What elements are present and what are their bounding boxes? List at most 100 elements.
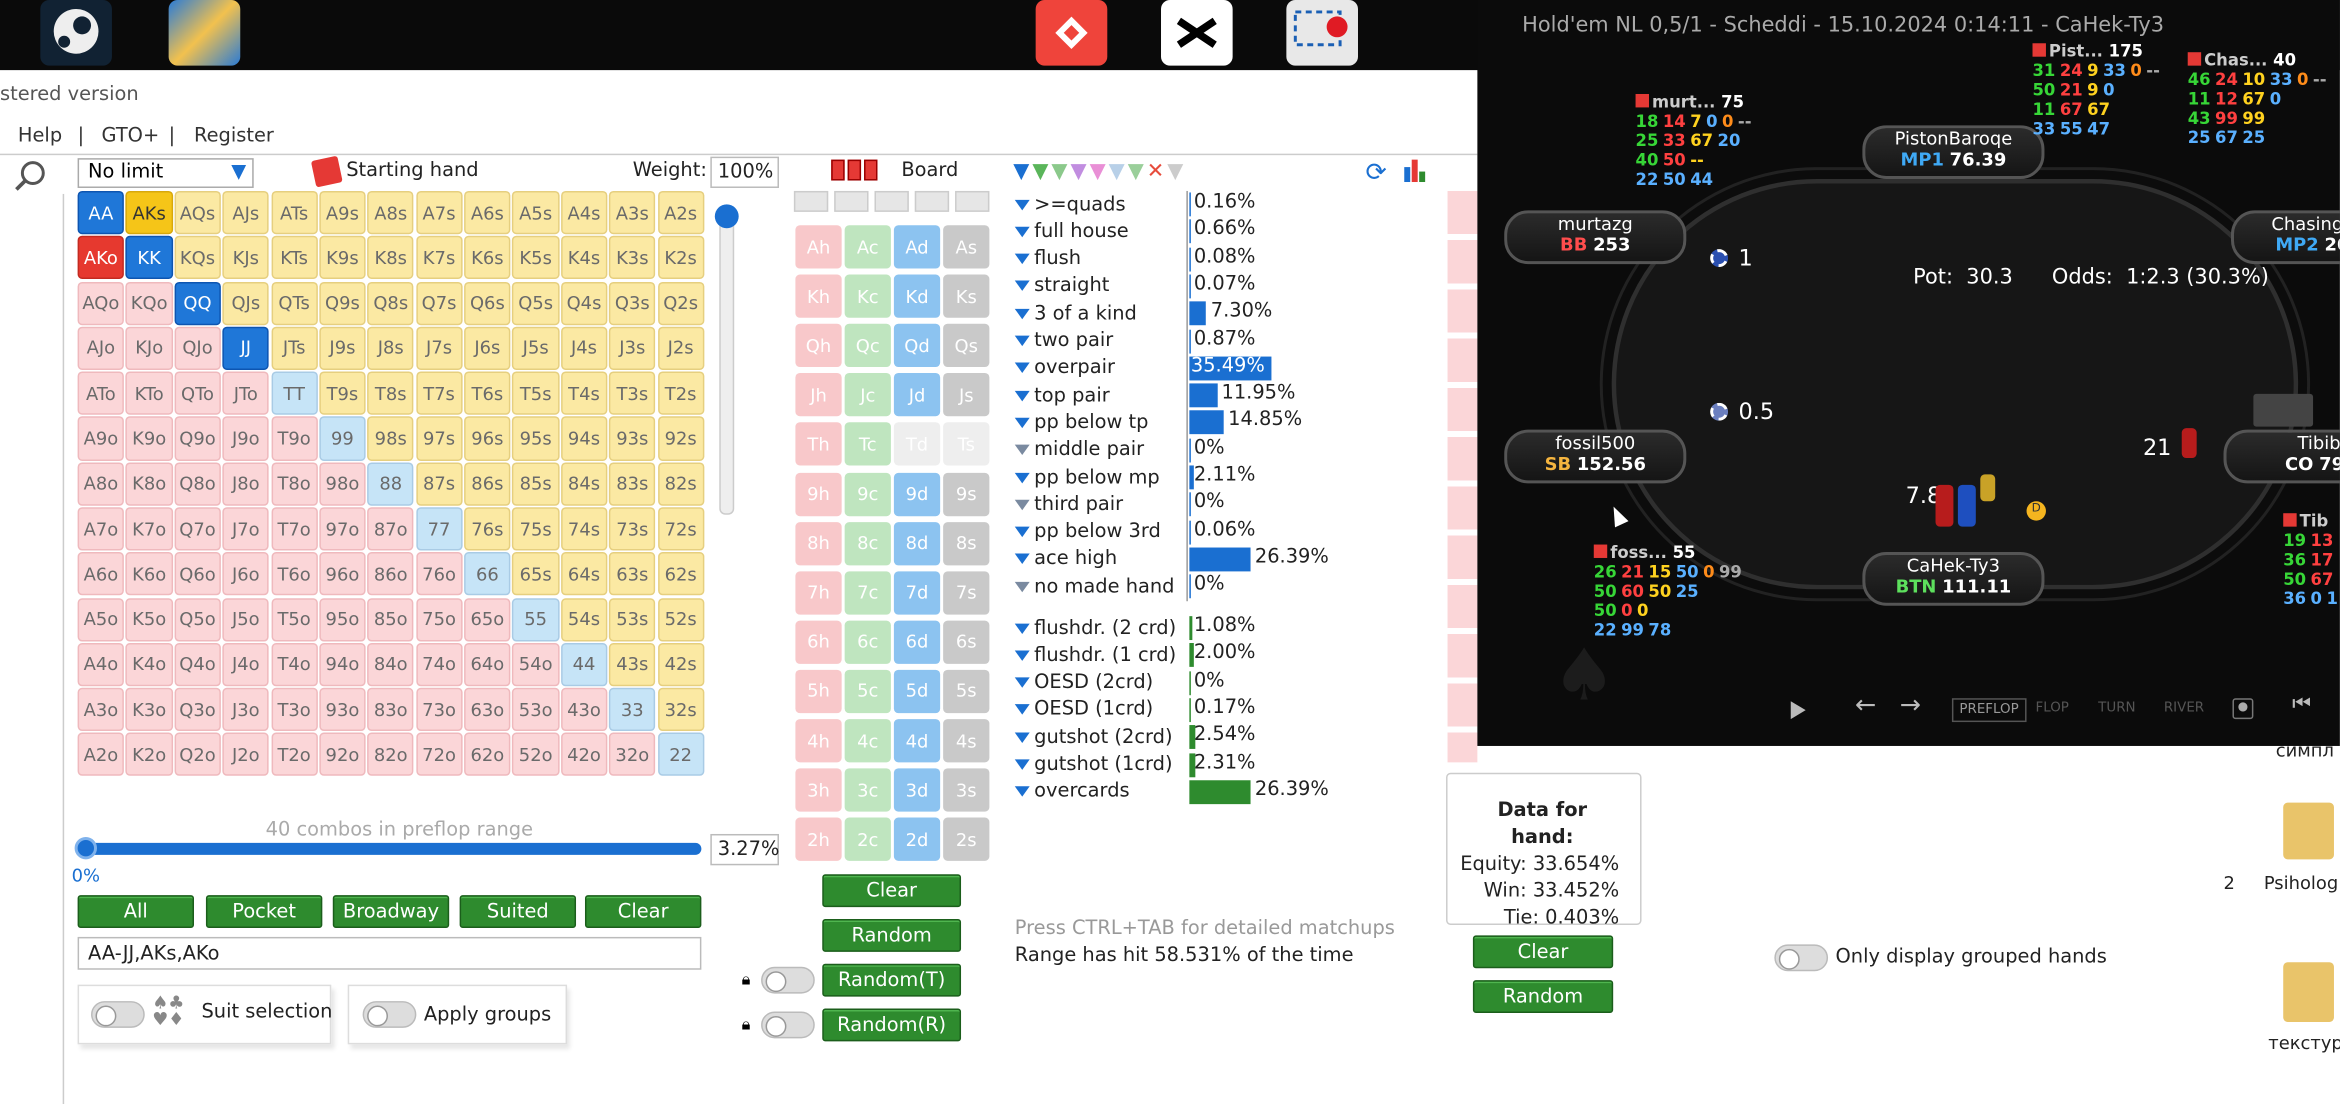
hand-cell[interactable]: 64o [464, 642, 511, 687]
hand-cell[interactable]: A2s [657, 190, 704, 235]
hand-cell[interactable]: 93s [609, 416, 656, 461]
hand-cell[interactable]: 92o [319, 733, 366, 777]
filter-icon[interactable] [1014, 472, 1030, 483]
board-card-Ac[interactable]: Ac [844, 225, 891, 269]
board-card-Tc[interactable]: Tc [844, 422, 891, 467]
hand-cell[interactable]: 82s [657, 462, 704, 506]
hand-cell[interactable]: T6o [270, 552, 318, 596]
hand-cell[interactable]: 54o [512, 642, 559, 687]
hand-cell[interactable]: 54s [560, 597, 608, 641]
hand-cell[interactable]: 55 [512, 597, 559, 641]
board-card-8c[interactable]: 8c [844, 521, 891, 565]
hand-cell[interactable]: T8s [367, 371, 415, 416]
hand-cell[interactable]: 62o [464, 733, 511, 777]
preflop-tab[interactable]: PREFLOP [1951, 698, 2027, 723]
hand-cell[interactable]: A8s [367, 190, 415, 235]
board-card-9d[interactable]: 9d [893, 472, 941, 516]
hand-cell[interactable]: KJo [125, 326, 173, 370]
hand-cell[interactable]: J7s [415, 326, 463, 370]
range-slider-track[interactable] [77, 842, 702, 855]
capcut-icon[interactable] [1161, 0, 1233, 66]
hand-cell[interactable]: QTs [270, 281, 318, 325]
board-card-4d[interactable]: 4d [893, 719, 941, 763]
hand-cell[interactable]: A5s [512, 190, 559, 235]
board-card-4c[interactable]: 4c [844, 719, 891, 763]
board-card-Js[interactable]: Js [943, 373, 990, 417]
board-card-2s[interactable]: 2s [943, 817, 990, 862]
filter-icon[interactable] [1014, 554, 1030, 565]
hand-cell[interactable]: 66 [464, 552, 511, 596]
filter-icon[interactable] [1014, 759, 1030, 770]
board-clear-button[interactable]: Clear [822, 874, 962, 908]
hand-cell[interactable]: A4o [77, 642, 125, 687]
board-card-4h[interactable]: 4h [795, 719, 842, 763]
board-card-3s[interactable]: 3s [943, 768, 990, 812]
hand-cell[interactable]: QJo [174, 326, 221, 370]
hand-cell[interactable]: A9s [319, 190, 366, 235]
filter-grey-icon[interactable]: ▼ [1109, 160, 1128, 184]
hand-cell[interactable]: 99 [319, 416, 366, 461]
hand-cell[interactable]: 22 [657, 733, 704, 777]
hand-cell[interactable]: Q4s [560, 281, 608, 325]
seat-tibibac[interactable]: TibibacCO 79 [2223, 429, 2340, 484]
hand-cell[interactable]: 97o [319, 507, 366, 551]
hud-chas[interactable]: Chas... 40 46 24 10 33 0 -- 11 12 67 0 43 99 99 25 67 25 [2187, 51, 2331, 148]
board-card-Td[interactable]: Td [893, 422, 941, 467]
hand-cell[interactable]: AKs [125, 190, 173, 235]
hand-cell[interactable]: K9o [125, 416, 173, 461]
board-card-Qs[interactable]: Qs [943, 324, 990, 368]
folder-icon[interactable] [2283, 962, 2334, 1022]
pocket-button[interactable]: Pocket [205, 895, 323, 928]
board-slot[interactable] [914, 190, 950, 212]
hand-cell[interactable]: 96s [464, 416, 511, 461]
board-card-As[interactable]: As [943, 225, 990, 269]
filter-green-icon[interactable]: ▼ [1032, 160, 1051, 184]
seat-chasingthe[interactable]: ChasingtheMP2 204. [2230, 210, 2340, 265]
filter-icon[interactable] [1014, 499, 1030, 510]
hand-cell[interactable]: Q9s [319, 281, 366, 325]
hand-cell[interactable]: 63s [609, 552, 656, 596]
range-text-input[interactable]: AA-JJ,AKs,AKo [77, 936, 702, 970]
hand-cell[interactable]: 94s [560, 416, 608, 461]
hand-cell[interactable]: AA [77, 190, 125, 235]
hand-cell[interactable]: 52s [657, 597, 704, 641]
filter-icon[interactable] [1014, 417, 1030, 429]
hand-cell[interactable]: 53s [609, 597, 656, 641]
hand-cell[interactable]: A6o [77, 552, 125, 596]
desktop-label-psiholog[interactable]: Psiholog [2264, 873, 2338, 894]
hand-cell[interactable]: A4s [560, 190, 608, 235]
hand-cell[interactable]: 96o [319, 552, 366, 596]
hand-cell[interactable]: QTo [174, 371, 221, 416]
menu-gto[interactable]: GTO+ [101, 125, 159, 147]
suit-selection-toggle[interactable] [91, 1001, 145, 1028]
board-card-9c[interactable]: 9c [844, 472, 891, 516]
hand-cell[interactable]: K4s [560, 236, 608, 280]
app-shortcut-icon[interactable] [168, 0, 241, 66]
anydesk-icon[interactable] [1035, 0, 1108, 66]
hand-cell[interactable]: 77 [415, 507, 463, 551]
hand-cell[interactable]: 83o [367, 687, 415, 732]
hand-cell[interactable]: 92s [657, 416, 704, 461]
hand-cell[interactable]: A7o [77, 507, 125, 551]
hand-cell[interactable]: T2o [270, 733, 318, 777]
hand-cell[interactable]: 52o [512, 733, 559, 777]
hand-cell[interactable]: 93o [319, 687, 366, 732]
board-random-r-button[interactable]: Random(R) [822, 1008, 962, 1042]
hand-cell[interactable]: T9s [319, 371, 366, 416]
filter-icon[interactable] [1014, 526, 1030, 538]
hud-pist[interactable]: Pist... 175 31 24 9 33 0 -- 50 21 9 0 11 67 67 33 55 47 [2032, 42, 2165, 139]
seat-hero-cahek[interactable]: CaHek-Ty3 BTN 111.11 [1862, 552, 2045, 606]
hand-cell[interactable]: 85o [367, 597, 415, 641]
hand-random-button[interactable]: Random [1472, 980, 1614, 1014]
hand-cell[interactable]: Q7s [415, 281, 463, 325]
hand-cell[interactable]: 62s [657, 552, 704, 596]
hand-cell[interactable]: J3s [609, 326, 656, 370]
board-card-6c[interactable]: 6c [844, 620, 891, 664]
hand-cell[interactable]: T6s [464, 371, 511, 416]
filter-pink-icon[interactable]: ▼ [1090, 160, 1109, 184]
hand-cell[interactable]: A3o [77, 687, 125, 732]
board-card-5d[interactable]: 5d [893, 669, 941, 713]
board-card-Ad[interactable]: Ad [893, 225, 941, 269]
board-card-Qh[interactable]: Qh [795, 324, 842, 368]
hand-cell[interactable]: J9o [222, 416, 270, 461]
